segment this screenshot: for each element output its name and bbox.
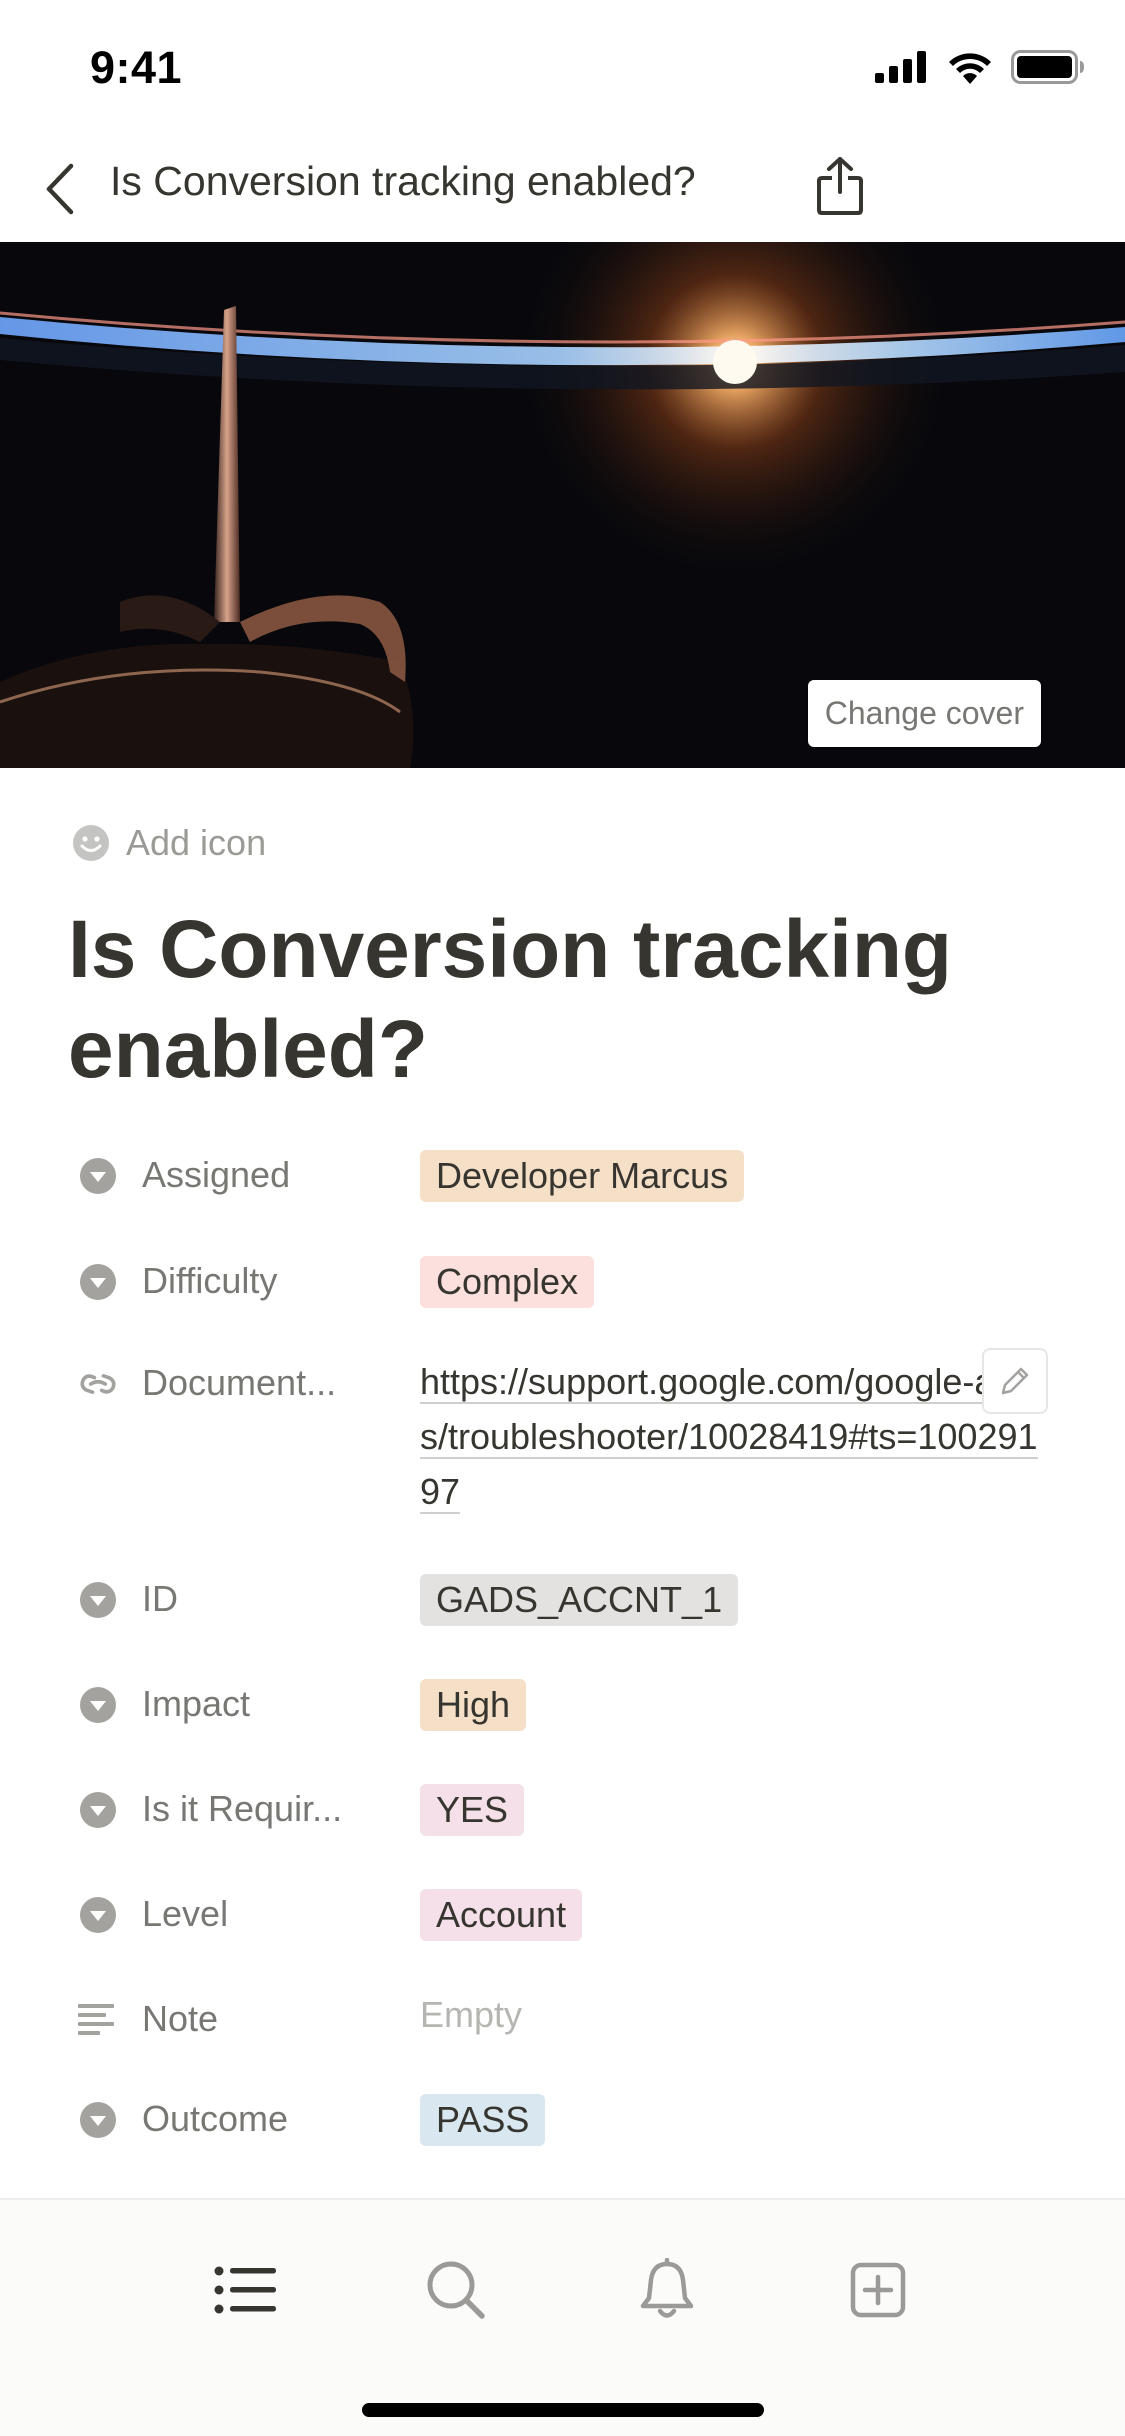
tab-notifications[interactable]: [627, 2250, 707, 2330]
property-name: Impact: [142, 1683, 251, 1724]
property-tag[interactable]: PASS: [420, 2094, 546, 2146]
property-name: Level: [142, 1893, 229, 1934]
edit-url-button[interactable]: [982, 1348, 1048, 1414]
nav-title: Is Conversion tracking enabled?: [110, 158, 696, 204]
new-page-icon: [850, 2262, 906, 2318]
pencil-icon: [1001, 1367, 1029, 1395]
text-icon: [78, 2000, 118, 2040]
battery-icon: [1011, 50, 1084, 84]
share-button[interactable]: [810, 146, 870, 226]
select-icon: [78, 1895, 118, 1935]
tab-bar: [0, 2198, 1125, 2436]
share-icon: [817, 157, 863, 215]
property-tag[interactable]: Account: [420, 1889, 583, 1941]
select-icon: [78, 1156, 118, 1196]
cellular-signal-icon: [875, 51, 926, 83]
property-name: Document...: [142, 1362, 337, 1403]
bell-icon: [640, 2258, 694, 2318]
chevron-left-icon: [46, 163, 74, 215]
status-icons: [875, 50, 1085, 84]
tab-home[interactable]: [206, 2250, 286, 2330]
status-time: 9:41: [90, 42, 183, 93]
back-button[interactable]: [30, 154, 90, 224]
property-empty-value[interactable]: Empty: [420, 1994, 522, 2035]
select-icon: [78, 2100, 118, 2140]
home-indicator: [362, 2403, 764, 2417]
list-icon: [214, 2266, 276, 2314]
smiley-icon: [73, 825, 109, 861]
select-icon: [78, 1790, 118, 1830]
property-tag[interactable]: Complex: [420, 1256, 595, 1308]
add-icon-label: Add icon: [126, 822, 267, 863]
nav-bar: Is Conversion tracking enabled?: [0, 140, 1125, 242]
url-icon: [78, 1364, 118, 1404]
property-url-link[interactable]: https://support.google.com/google-ads/tr…: [420, 1354, 1040, 1519]
search-icon: [427, 2261, 485, 2319]
wifi-icon: [949, 53, 991, 84]
change-cover-button[interactable]: Change cover: [807, 680, 1041, 747]
property-name: ID: [142, 1578, 178, 1619]
property-tag[interactable]: Developer Marcus: [420, 1150, 745, 1202]
tab-new-page[interactable]: [838, 2250, 918, 2330]
page-title[interactable]: Is Conversion tracking enabled?: [68, 900, 1068, 1100]
property-tag[interactable]: YES: [420, 1784, 525, 1836]
property-name: Outcome: [142, 2098, 289, 2139]
status-bar: 9:41: [0, 0, 1125, 140]
property-name: Assigned: [142, 1154, 291, 1195]
select-icon: [78, 1685, 118, 1725]
property-name: Difficulty: [142, 1260, 278, 1301]
add-icon-button[interactable]: Add icon: [72, 822, 266, 864]
select-icon: [78, 1580, 118, 1620]
property-tag[interactable]: High: [420, 1679, 527, 1731]
select-icon: [78, 1262, 118, 1302]
property-name: Note: [142, 1998, 219, 2039]
property-name: Is it Requir...: [142, 1788, 343, 1829]
property-tag[interactable]: GADS_ACCNT_1: [420, 1574, 739, 1626]
tab-search[interactable]: [416, 2250, 496, 2330]
cover-image[interactable]: Change cover: [0, 242, 1125, 768]
